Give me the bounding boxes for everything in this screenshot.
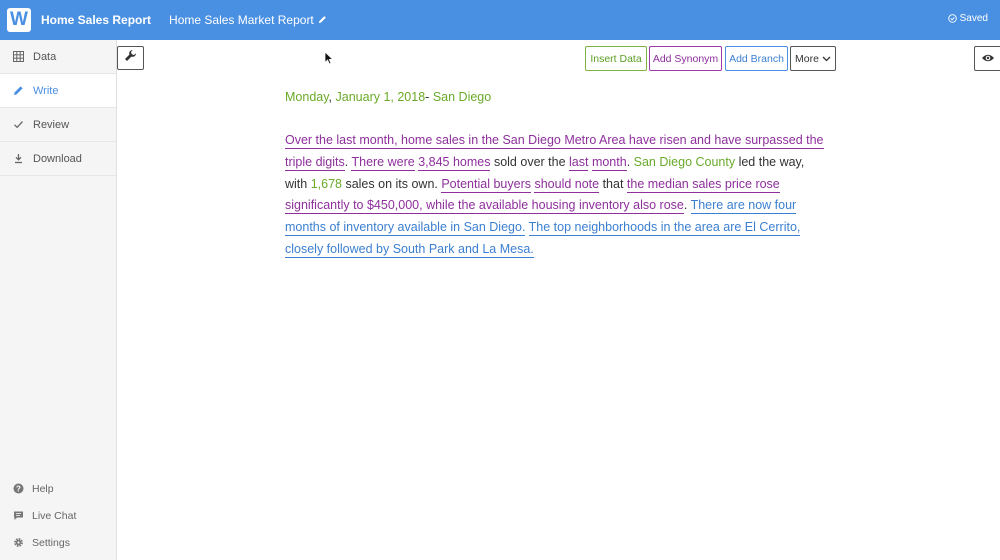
app-title[interactable]: Home Sales Report xyxy=(41,13,151,27)
sidebar-item-write[interactable]: Write xyxy=(0,74,116,108)
preview-button[interactable] xyxy=(974,46,1000,71)
document-dateline[interactable]: Monday, January 1, 2018- San Diego xyxy=(285,90,491,104)
svg-text:?: ? xyxy=(16,484,21,493)
plain-text: sales on its own. xyxy=(341,176,442,191)
plain-text: . xyxy=(626,154,634,169)
document-paragraph[interactable]: Over the last month, home sales in the S… xyxy=(285,130,825,261)
eye-icon xyxy=(981,50,995,68)
sidebar-item-label: Review xyxy=(33,118,70,131)
check-circle-icon xyxy=(947,14,957,23)
sidebar-bottom-nav: ? Help Live Chat Settings xyxy=(0,475,116,556)
app-logo[interactable]: W xyxy=(7,8,31,32)
plain-text: . xyxy=(683,198,691,213)
sidebar-item-label: Download xyxy=(33,152,82,165)
gear-icon xyxy=(12,537,24,549)
sidebar-item-settings[interactable]: Settings xyxy=(0,529,116,556)
sidebar-item-help[interactable]: ? Help xyxy=(0,475,116,502)
sidebar-item-live-chat[interactable]: Live Chat xyxy=(0,502,116,529)
synonym-segment[interactable]: month xyxy=(591,154,627,171)
table-grid-icon xyxy=(12,51,24,63)
sidebar-item-review[interactable]: Review xyxy=(0,108,116,142)
synonym-segment[interactable]: 3,845 homes xyxy=(418,154,491,171)
date-value[interactable]: January 1, 2018 xyxy=(336,90,426,104)
chat-icon xyxy=(12,510,24,522)
data-variable-segment[interactable]: San Diego County xyxy=(634,155,735,169)
add-branch-button[interactable]: Add Branch xyxy=(725,46,788,71)
synonym-segment[interactable]: last xyxy=(569,154,589,171)
document-title-text: Home Sales Market Report xyxy=(169,13,314,27)
plain-text: sold over the xyxy=(490,154,569,169)
check-icon xyxy=(12,119,24,131)
synonym-segment[interactable]: There were xyxy=(351,154,415,171)
help-icon: ? xyxy=(12,483,24,495)
date-comma: , xyxy=(328,90,333,104)
synonym-segment[interactable]: Potential buyers xyxy=(441,176,531,193)
more-dropdown-button[interactable]: More xyxy=(790,46,836,71)
sidebar-item-label: Help xyxy=(32,482,54,495)
sidebar-item-label: Settings xyxy=(32,536,70,549)
sidebar-item-data[interactable]: Data xyxy=(0,40,116,74)
sidebar-item-download[interactable]: Download xyxy=(0,142,116,176)
sidebar-item-label: Live Chat xyxy=(32,509,77,522)
edit-pencil-icon[interactable] xyxy=(318,13,327,27)
saved-label: Saved xyxy=(959,13,988,24)
sidebar: Data Write Review Download ? Help Live C xyxy=(0,40,117,560)
saved-status: Saved xyxy=(947,13,988,24)
insert-data-button[interactable]: Insert Data xyxy=(585,46,647,71)
date-separator: - xyxy=(425,90,430,104)
add-synonym-button[interactable]: Add Synonym xyxy=(649,46,722,71)
mouse-cursor-icon xyxy=(324,51,334,70)
pencil-icon xyxy=(12,85,24,97)
date-city[interactable]: San Diego xyxy=(433,90,491,104)
chevron-down-icon xyxy=(822,56,831,61)
plain-text: that xyxy=(599,176,627,191)
sidebar-item-label: Write xyxy=(33,84,59,97)
top-bar: W Home Sales Report Home Sales Market Re… xyxy=(0,0,1000,40)
more-label: More xyxy=(795,52,819,65)
data-variable-segment[interactable]: 1,678 xyxy=(311,177,342,191)
document-title[interactable]: Home Sales Market Report xyxy=(169,13,327,27)
date-day[interactable]: Monday xyxy=(285,90,329,104)
sidebar-item-label: Data xyxy=(33,50,57,63)
download-icon xyxy=(12,153,24,165)
tools-button[interactable] xyxy=(117,46,144,70)
synonym-segment[interactable]: should note xyxy=(534,176,600,193)
wrench-icon xyxy=(124,49,137,67)
